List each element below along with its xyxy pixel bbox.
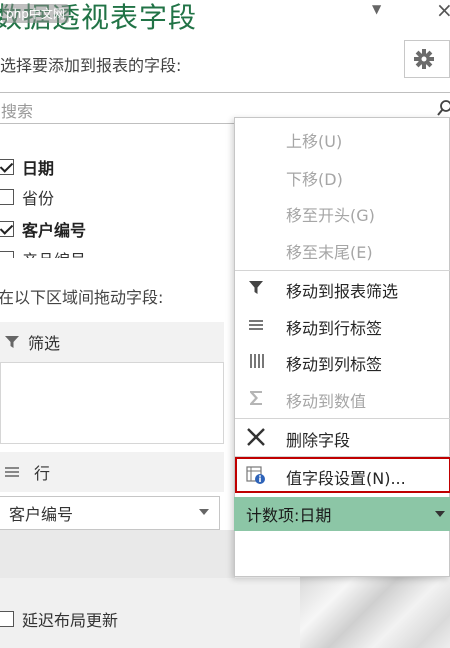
field-list: 日期 省份 客户编号 产品编号	[0, 124, 240, 258]
field-checkbox-product-id[interactable]	[0, 251, 14, 258]
filter-area-header: 筛选	[0, 322, 224, 362]
menu-item-move-to-row-labels[interactable]: 移动到行标签	[235, 307, 450, 343]
field-context-menu: 上移(U) 下移(D) 移至开头(G) 移至末尾(E) 移动到报表筛选 移动到行…	[234, 117, 450, 577]
rows-area-label: 行	[34, 464, 51, 483]
menu-item-label: 移动到数值	[286, 392, 367, 411]
menu-item-label: 删除字段	[286, 431, 351, 450]
menu-item-remove-field[interactable]: 删除字段	[235, 419, 450, 455]
menu-item-label: 移动到列标签	[286, 355, 383, 374]
defer-layout-label: 延迟布局更新	[22, 611, 119, 630]
watermark: php中文网	[2, 4, 69, 23]
values-field-count-date[interactable]: 计数项:日期	[234, 497, 450, 531]
menu-item-move-to-end[interactable]: 移至末尾(E)	[235, 231, 450, 267]
menu-item-label: 移动到报表筛选	[286, 282, 399, 301]
menu-item-move-to-column-labels[interactable]: 移动到列标签	[235, 343, 450, 379]
field-label: 产品编号	[22, 247, 86, 258]
chevron-down-icon[interactable]	[435, 511, 445, 517]
columns-icon	[250, 354, 264, 368]
pane-options-chevron-down-icon[interactable]: ▼	[372, 2, 381, 16]
field-checkbox-date[interactable]	[0, 159, 14, 175]
field-label: 省份	[22, 189, 55, 208]
menu-item-label: 移动到行标签	[286, 319, 383, 338]
menu-item-move-up[interactable]: 上移(U)	[235, 120, 450, 156]
filter-drop-area[interactable]	[0, 362, 224, 444]
field-label: 日期	[22, 159, 55, 178]
tools-button[interactable]	[404, 40, 450, 78]
field-item-customer-id[interactable]: 客户编号	[0, 216, 86, 242]
search-placeholder: 搜索	[1, 102, 34, 121]
menu-item-label: 上移(U)	[286, 132, 343, 151]
gear-icon	[414, 49, 434, 69]
rows-icon	[5, 467, 19, 477]
menu-item-move-down[interactable]: 下移(D)	[235, 158, 450, 194]
menu-item-move-to-beginning[interactable]: 移至开头(G)	[235, 194, 450, 230]
close-icon[interactable]: ×	[436, 0, 450, 22]
drag-areas-hint: 在以下区域间拖动字段:	[0, 288, 164, 307]
values-field-label: 计数项:日期	[246, 506, 332, 525]
rows-area-header: 行	[0, 452, 224, 492]
rows-field-customer-id[interactable]: 客户编号	[0, 496, 220, 530]
menu-item-label: 移至末尾(E)	[286, 243, 373, 262]
rows-area-empty	[0, 530, 235, 578]
sigma-icon	[250, 391, 262, 405]
menu-item-move-to-values[interactable]: 移动到数值	[235, 380, 450, 416]
blurred-update-button	[300, 576, 450, 648]
field-item-product-id[interactable]: 产品编号	[0, 246, 86, 258]
defer-layout-update[interactable]: 延迟布局更新	[0, 607, 118, 631]
field-checkbox-customer-id[interactable]	[0, 221, 14, 237]
rows-field-label: 客户编号	[9, 505, 74, 524]
field-label: 客户编号	[22, 221, 87, 240]
filter-area-label: 筛选	[28, 334, 61, 353]
choose-fields-label: 选择要添加到报表的字段:	[0, 56, 182, 75]
menu-item-label: 移至开头(G)	[286, 206, 375, 225]
menu-item-label: 下移(D)	[286, 170, 343, 189]
field-item-province[interactable]: 省份	[0, 184, 54, 210]
highlight-box	[235, 457, 450, 493]
menu-item-move-to-report-filter[interactable]: 移动到报表筛选	[235, 270, 450, 306]
filter-icon	[5, 336, 19, 348]
search-icon[interactable]	[437, 99, 450, 117]
chevron-down-icon[interactable]	[199, 509, 209, 515]
field-item-date[interactable]: 日期	[0, 154, 54, 180]
field-checkbox-province[interactable]	[0, 189, 14, 205]
filter-icon	[249, 281, 263, 294]
delete-x-icon	[247, 428, 265, 446]
defer-layout-checkbox[interactable]	[0, 611, 14, 627]
rows-icon	[249, 320, 263, 330]
